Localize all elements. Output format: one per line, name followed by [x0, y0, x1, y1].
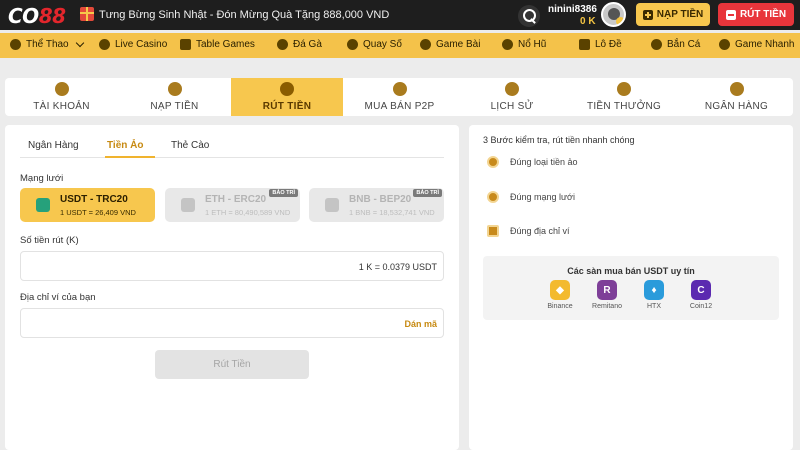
nav-slots[interactable]: Nổ Hũ [502, 39, 546, 50]
avatar[interactable] [601, 2, 626, 27]
withdraw-button[interactable]: RÚT TIỀN [718, 3, 794, 26]
exchange-htx[interactable]: ♦ HTX [629, 280, 679, 310]
user-icon [54, 82, 69, 96]
nav-live-casino[interactable]: Live Casino [99, 39, 167, 50]
wallet-address-input[interactable]: Dán mã [20, 308, 444, 338]
nav-cockfight[interactable]: Đá Gà [277, 39, 322, 50]
exchange-coin12[interactable]: C Coin12 [676, 280, 726, 310]
tab-history[interactable]: LỊCH SỬ [456, 78, 568, 116]
step-item: Đúng mạng lưới [487, 191, 575, 203]
submit-withdraw-button[interactable]: Rút Tiền [155, 350, 309, 379]
nav-table-games[interactable]: Table Games [180, 39, 255, 50]
nav-fishing[interactable]: Bắn Cá [651, 39, 700, 50]
top-bar: CO88 Tưng Bừng Sinh Nhật - Đón Mừng Quà … [0, 0, 800, 30]
gift-box-icon [617, 82, 631, 96]
withdraw-label: RÚT TIỀN [739, 9, 787, 20]
exchange-binance[interactable]: ◆ Binance [535, 280, 585, 310]
lottery-icon [347, 39, 358, 50]
level-badge-icon [616, 17, 624, 25]
coin-icon [487, 156, 499, 168]
withdraw-method-tabs: Ngân Hàng Tiền Ảo Thẻ Cào [20, 125, 444, 158]
wallet-icon [487, 225, 499, 237]
clock-icon [505, 82, 519, 96]
ticket-icon [579, 39, 590, 50]
tips-panel: 3 Bước kiểm tra, rút tiền nhanh chóng Đú… [469, 125, 793, 450]
nav-lottery[interactable]: Quay Số [347, 39, 402, 50]
subtab-card[interactable]: Thẻ Cào [171, 140, 209, 151]
maintenance-badge: BẢO TRÌ [269, 189, 298, 197]
tab-withdraw[interactable]: RÚT TIỀN [231, 78, 343, 116]
rocket-icon [719, 39, 730, 50]
dice-icon [180, 39, 191, 50]
step-item: Đúng loại tiền ảo [487, 156, 578, 168]
tether-icon [36, 198, 50, 212]
network-eth-erc20[interactable]: ETH - ERC20 1 ETH = 80,490,589 VND BẢO T… [165, 188, 300, 222]
network-usdt-trc20[interactable]: USDT - TRC20 1 USDT = 26,409 VND [20, 188, 155, 222]
htx-icon: ♦ [644, 280, 664, 300]
steps-title: 3 Bước kiểm tra, rút tiền nhanh chóng [483, 135, 635, 145]
nav-lode[interactable]: Lô Đề [579, 39, 622, 50]
gift-icon [80, 7, 94, 21]
tab-account[interactable]: TÀI KHOẢN [5, 78, 118, 116]
tab-bank[interactable]: NGÂN HÀNG [680, 78, 793, 116]
nav-card-games[interactable]: Game Bài [420, 39, 480, 50]
search-icon[interactable] [518, 5, 540, 27]
paste-button[interactable]: Dán mã [404, 319, 437, 329]
nav-quick-games[interactable]: Game Nhanh [719, 39, 794, 50]
amount-label: Số tiền rút (K) [20, 235, 79, 246]
exchange-remitano[interactable]: R Remitano [582, 280, 632, 310]
active-tab-indicator [105, 156, 155, 158]
conversion-rate: 1 K = 0.0379 USDT [358, 262, 437, 272]
chevron-down-icon [75, 38, 84, 48]
binance-icon: ◆ [550, 280, 570, 300]
plus-icon [642, 9, 653, 20]
amount-input[interactable]: 1 K = 0.0379 USDT [20, 251, 444, 281]
sports-icon [10, 39, 21, 50]
balance: 0 K [580, 16, 596, 27]
target-icon [651, 39, 662, 50]
minus-icon [725, 9, 736, 20]
minus-circle-icon [280, 82, 294, 96]
address-label: Địa chỉ ví của bạn [20, 292, 96, 303]
exchange-icon [392, 82, 407, 96]
network-label: Mạng lưới [20, 173, 64, 184]
club-icon [420, 39, 431, 50]
logo[interactable]: CO88 [8, 4, 66, 28]
promo-text[interactable]: Tưng Bừng Sinh Nhật - Đón Mừng Quà Tặng … [99, 9, 389, 21]
bnb-icon [325, 198, 339, 212]
tab-deposit[interactable]: NẠP TIỀN [118, 78, 231, 116]
deposit-label: NẠP TIỀN [656, 9, 704, 20]
bank-icon [729, 82, 744, 96]
tab-p2p[interactable]: MUA BÁN P2P [343, 78, 456, 116]
withdraw-form-panel: Ngân Hàng Tiền Ảo Thẻ Cào Mạng lưới USDT… [5, 125, 459, 450]
jackpot-icon [502, 39, 513, 50]
network-icon [487, 191, 499, 203]
deposit-button[interactable]: NẠP TIỀN [636, 3, 710, 26]
rooster-icon [277, 39, 288, 50]
network-bnb-bep20[interactable]: BNB - BEP20 1 BNB = 18,532,741 VND BẢO T… [309, 188, 444, 222]
casino-icon [99, 39, 110, 50]
exchange-list: Các sàn mua bán USDT uy tín ◆ Binance R Re… [483, 256, 779, 320]
subtab-crypto[interactable]: Tiền Ảo [107, 140, 143, 151]
account-tabs: TÀI KHOẢN NẠP TIỀN RÚT TIỀN MUA BÁN P2P … [5, 78, 793, 116]
game-nav: Thể Thao Live Casino Table Games Đá Gà Q… [0, 33, 800, 58]
exchange-title: Các sàn mua bán USDT uy tín [567, 266, 695, 276]
maintenance-badge: BẢO TRÌ [413, 189, 442, 197]
username: ninini8386 [548, 4, 597, 15]
plus-circle-icon [167, 82, 182, 96]
coin12-icon: C [691, 280, 711, 300]
nav-sports[interactable]: Thể Thao [10, 38, 84, 50]
remitano-icon: R [597, 280, 617, 300]
ethereum-icon [181, 198, 195, 212]
tab-rewards[interactable]: TIỀN THƯỞNG [568, 78, 680, 116]
step-item: Đúng địa chỉ ví [487, 225, 570, 237]
subtab-bank[interactable]: Ngân Hàng [28, 140, 79, 151]
